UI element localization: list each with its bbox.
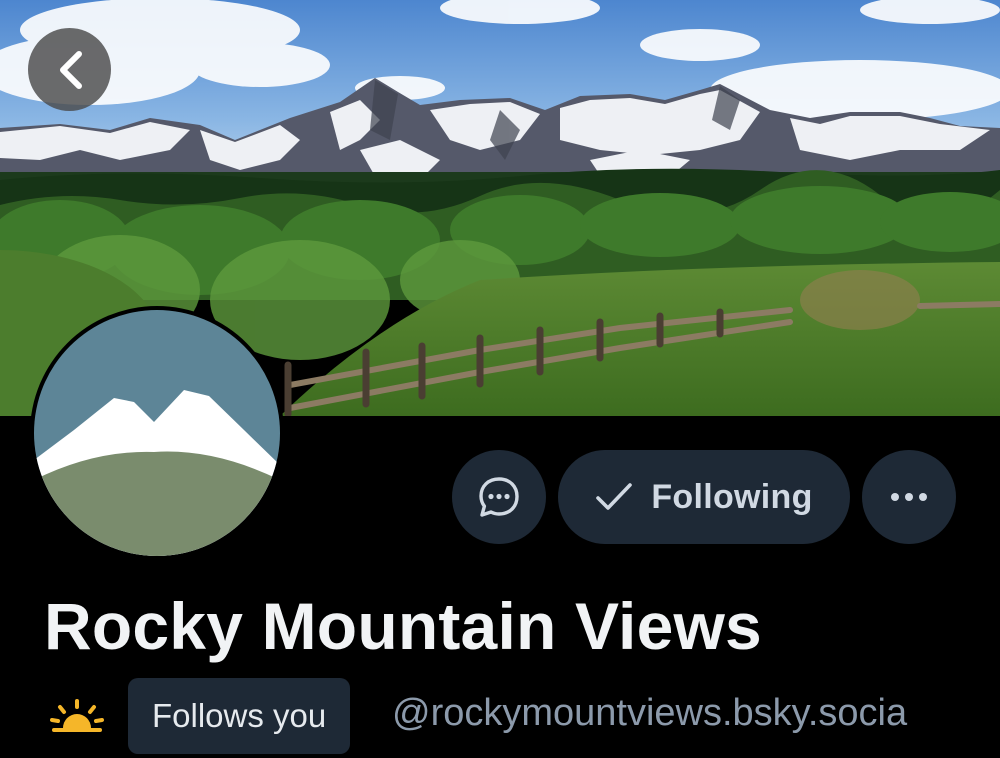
ellipsis-icon bbox=[891, 493, 927, 501]
chat-bubble-icon bbox=[479, 477, 519, 517]
profile-handle: @rockymountviews.bsky.socia bbox=[392, 692, 908, 734]
back-button[interactable] bbox=[28, 28, 111, 111]
sun-emoji-icon bbox=[50, 699, 104, 732]
profile-meta: Follows you @rockymountviews.bsky.socia bbox=[0, 678, 1000, 754]
checkmark-icon bbox=[596, 483, 633, 510]
profile-actions: Following bbox=[0, 450, 1000, 544]
message-button[interactable] bbox=[452, 450, 546, 544]
chevron-left-icon bbox=[59, 50, 82, 89]
follows-you-badge: Follows you bbox=[128, 678, 351, 754]
display-name: Rocky Mountain Views bbox=[44, 589, 762, 663]
following-label: Following bbox=[651, 477, 813, 516]
following-button[interactable]: Following bbox=[558, 450, 850, 544]
more-options-button[interactable] bbox=[862, 450, 956, 544]
